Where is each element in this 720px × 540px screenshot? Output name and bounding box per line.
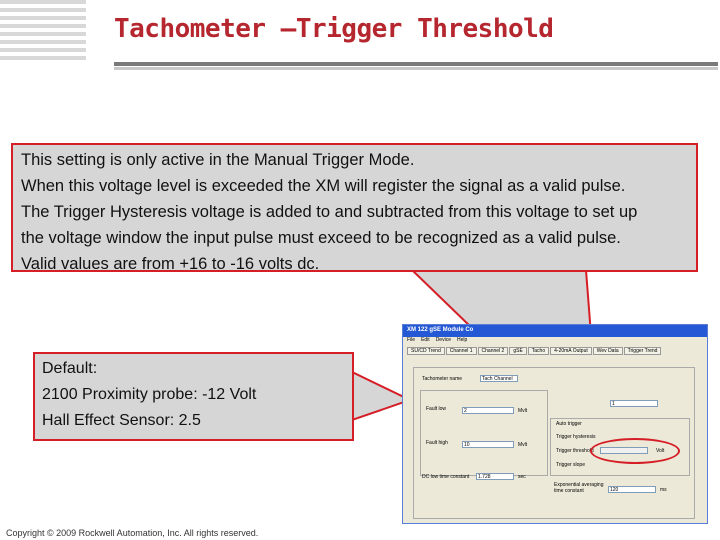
menu-device[interactable]: Device — [436, 337, 451, 344]
trigger-hysteresis-label: Trigger hysteresis — [556, 434, 596, 440]
module-config-dialog: XM 122 gSE Module Co File Edit Device He… — [402, 324, 708, 524]
callout-line: When this voltage level is exceeded the … — [21, 177, 626, 195]
copyright-footer: Copyright © 2009 Rockwell Automation, In… — [6, 528, 259, 538]
default-values-callout: Default: 2100 Proximity probe: -12 Volt … — [33, 352, 354, 441]
callout-line: Valid values are from +16 to -16 volts d… — [21, 255, 320, 273]
fault-high-input[interactable]: 10 — [462, 441, 514, 448]
dc-filter-input[interactable]: 1.728 — [476, 473, 514, 480]
tab-4-20ma-output[interactable]: 4-20mA Output — [550, 347, 592, 355]
tab-channel-1[interactable]: Channel 1 — [445, 347, 477, 355]
callout-line: 2100 Proximity probe: -12 Volt — [42, 386, 257, 403]
callout-line: the voltage window the input pulse must … — [21, 229, 621, 247]
pulses-per-rev-input[interactable]: 1 — [610, 400, 658, 407]
fault-low-label: Fault low — [426, 406, 447, 412]
dialog-title-bar: XM 122 gSE Module Co — [403, 325, 707, 337]
dc-filter-label: DC low time constant — [422, 474, 470, 480]
fault-low-input[interactable]: 2 — [462, 407, 514, 414]
tab-tacho[interactable]: Tacho — [527, 347, 550, 355]
dc-filter-unit: sec — [518, 474, 526, 480]
tach-name-input[interactable]: Tach Channel — [480, 375, 518, 382]
fault-high-label: Fault high — [426, 440, 448, 446]
callout-line: Default: — [42, 360, 98, 377]
tacho-settings-panel: Tachometer name Tach Channel Fault low 2… — [413, 367, 695, 519]
threshold-explanation-callout: This setting is only active in the Manua… — [11, 143, 698, 273]
tach-name-label: Tachometer name — [422, 376, 463, 382]
tab-sucd-trend[interactable]: SU/CD Trend — [407, 347, 445, 355]
dialog-menu-bar: File Edit Device Help — [403, 337, 707, 344]
tab-gse[interactable]: gSE — [509, 347, 527, 355]
callout-line: The Trigger Hysteresis voltage is added … — [21, 203, 638, 221]
exp-avg-label: Exponential averaging time constant — [554, 482, 604, 494]
auto-trigger-checkbox[interactable]: Auto trigger — [556, 421, 582, 427]
callout-line: Hall Effect Sensor: 2.5 — [42, 412, 201, 429]
callout-line: This setting is only active in the Manua… — [21, 151, 415, 169]
dialog-tabs: SU/CD Trend Channel 1 Channel 2 gSE Tach… — [407, 347, 703, 355]
highlight-ring — [590, 438, 680, 464]
trigger-threshold-label: Trigger threshold — [556, 448, 594, 454]
tab-trigger-trend[interactable]: Trigger Trend — [623, 347, 662, 355]
menu-edit[interactable]: Edit — [421, 337, 430, 344]
exp-avg-input[interactable]: 120 — [608, 486, 656, 493]
tab-channel-2[interactable]: Channel 2 — [477, 347, 509, 355]
fault-low-unit: Mvlt — [518, 408, 528, 414]
fault-high-unit: Mvlt — [518, 442, 528, 448]
tab-wev-data[interactable]: Wev Data — [592, 347, 623, 355]
trigger-slope-label: Trigger slope — [556, 462, 585, 468]
menu-help[interactable]: Help — [457, 337, 467, 344]
menu-file[interactable]: File — [407, 337, 415, 344]
fault-group — [420, 390, 548, 476]
exp-avg-unit: ms — [660, 487, 667, 493]
